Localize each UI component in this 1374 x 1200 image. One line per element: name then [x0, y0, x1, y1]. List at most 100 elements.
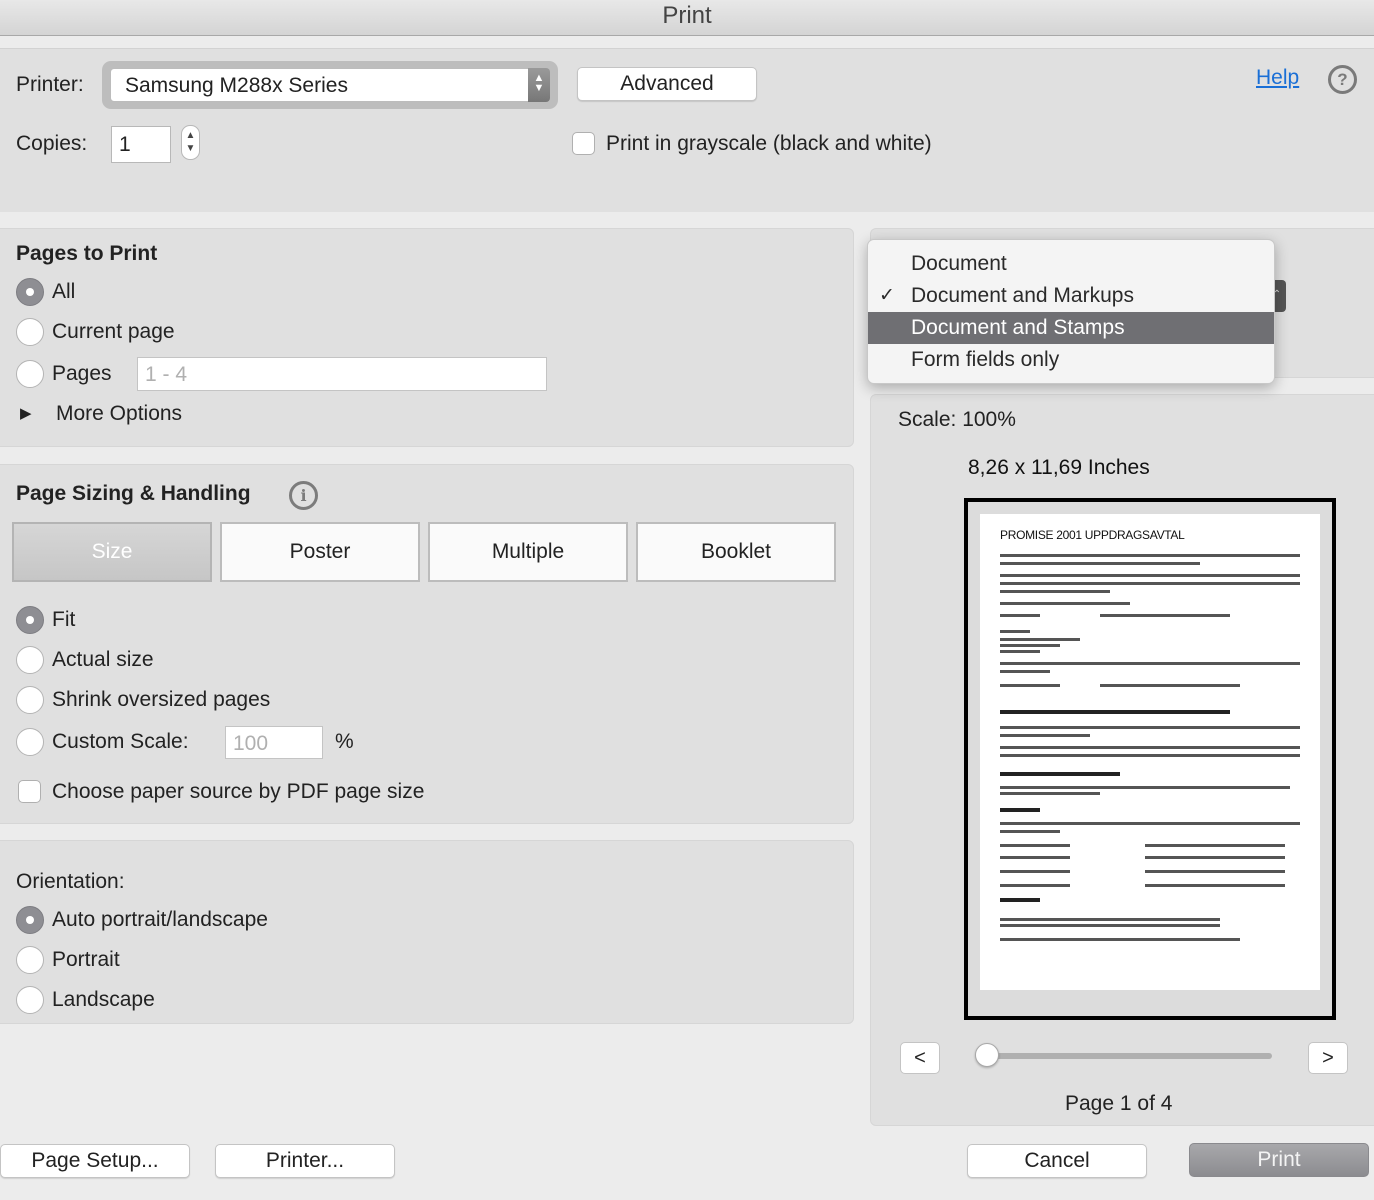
window-title: Print — [662, 2, 712, 29]
preview-text-line — [1145, 856, 1285, 859]
info-icon[interactable]: i — [289, 481, 318, 510]
preview-text-line — [1000, 808, 1040, 812]
menu-item-form-fields-only-label: Form fields only — [911, 348, 1060, 371]
preview-scale-label: Scale: 100% — [898, 408, 1016, 431]
preview-text-line — [1000, 662, 1300, 665]
cancel-label: Cancel — [1024, 1149, 1090, 1172]
radio-shrink-oversized[interactable] — [16, 686, 44, 714]
preview-text-line — [1000, 590, 1110, 593]
preview-text-line — [1000, 918, 1220, 921]
preview-text-line — [1100, 614, 1230, 617]
tab-size[interactable]: Size — [12, 522, 212, 582]
preview-text-line — [1000, 884, 1070, 887]
menu-item-document-and-markups[interactable]: ✓ Document and Markups — [868, 280, 1274, 312]
radio-landscape[interactable] — [16, 986, 44, 1014]
previous-page-button[interactable]: < — [900, 1042, 940, 1074]
page-setup-label: Page Setup... — [31, 1149, 159, 1172]
radio-all-label: All — [52, 280, 76, 303]
printer-select-focus-ring: Samsung M288x Series ▲ ▼ — [102, 61, 558, 109]
tab-booklet-label: Booklet — [700, 540, 772, 563]
radio-auto-orientation[interactable] — [16, 906, 44, 934]
preview-text-line — [1000, 844, 1070, 847]
page-indicator: Page 1 of 4 — [1065, 1092, 1173, 1115]
menu-item-document-and-stamps[interactable]: Document and Stamps — [868, 312, 1274, 344]
custom-scale-input[interactable]: 100 — [225, 726, 323, 759]
checkmark-icon: ✓ — [879, 285, 895, 306]
radio-pages[interactable] — [16, 360, 44, 388]
radio-current-page-label: Current page — [52, 320, 175, 343]
print-label: Print — [1257, 1148, 1301, 1171]
orientation-title: Orientation: — [16, 870, 125, 893]
menu-item-document[interactable]: Document — [868, 248, 1274, 280]
radio-landscape-label: Landscape — [52, 988, 155, 1011]
preview-text-line — [1000, 602, 1130, 605]
tab-multiple-label: Multiple — [491, 540, 565, 563]
preview-text-line — [1000, 670, 1050, 673]
copies-input[interactable]: 1 — [111, 126, 171, 163]
advanced-button-label: Advanced — [620, 72, 714, 95]
printer-button[interactable]: Printer... — [215, 1144, 395, 1178]
preview-text-line — [1000, 856, 1070, 859]
paper-size-label: 8,26 x 11,69 Inches — [968, 456, 1150, 479]
radio-actual-size-label: Actual size — [52, 648, 154, 671]
previous-page-label: < — [914, 1047, 926, 1069]
next-page-label: > — [1322, 1047, 1334, 1069]
preview-text-line — [1000, 638, 1080, 641]
disclosure-triangle-icon[interactable]: ▶ — [20, 404, 32, 422]
percent-sign: % — [335, 730, 354, 753]
preview-text-line — [1100, 684, 1240, 687]
printer-label: Printer: — [16, 73, 84, 96]
tab-booklet[interactable]: Booklet — [636, 522, 836, 582]
pages-range-input[interactable]: 1 - 4 — [137, 357, 547, 391]
tab-poster[interactable]: Poster — [220, 522, 420, 582]
next-page-button[interactable]: > — [1308, 1042, 1348, 1074]
radio-portrait-label: Portrait — [52, 948, 120, 971]
preview-text-line — [1000, 830, 1060, 833]
page-setup-button[interactable]: Page Setup... — [0, 1144, 190, 1178]
preview-text-line — [1000, 870, 1070, 873]
radio-portrait[interactable] — [16, 946, 44, 974]
help-icon[interactable]: ? — [1328, 65, 1357, 94]
page-slider-track[interactable] — [986, 1053, 1272, 1059]
preview-text-line — [1000, 562, 1200, 565]
preview-text-line — [1000, 554, 1300, 557]
preview-document-title: PROMISE 2001 UPPDRAGSAVTAL — [1000, 528, 1185, 542]
radio-fit[interactable] — [16, 606, 44, 634]
print-button[interactable]: Print — [1189, 1143, 1369, 1177]
preview-text-line — [1000, 684, 1060, 687]
menu-item-form-fields-only[interactable]: Form fields only — [868, 344, 1274, 376]
preview-text-line — [1000, 650, 1040, 653]
page-slider-thumb[interactable] — [975, 1043, 999, 1067]
radio-current-page[interactable] — [16, 318, 44, 346]
preview-text-line — [1000, 898, 1040, 902]
stepper-down-icon[interactable]: ▼ — [186, 143, 196, 154]
preview-text-line — [1000, 772, 1120, 776]
more-options-toggle[interactable]: More Options — [56, 402, 182, 426]
paper-source-checkbox[interactable] — [18, 780, 41, 803]
advanced-button[interactable]: Advanced — [577, 67, 757, 101]
stepper-up-icon[interactable]: ▲ — [186, 130, 196, 141]
printer-button-label: Printer... — [265, 1149, 345, 1172]
cancel-button[interactable]: Cancel — [967, 1144, 1147, 1178]
radio-auto-orientation-label: Auto portrait/landscape — [52, 908, 268, 931]
printer-selected-value: Samsung M288x Series — [125, 74, 348, 97]
copies-stepper[interactable]: ▲ ▼ — [181, 125, 200, 160]
window-title-bar: Print — [0, 0, 1374, 36]
help-link[interactable]: Help — [1256, 66, 1299, 90]
preview-text-line — [1000, 574, 1300, 577]
tab-multiple[interactable]: Multiple — [428, 522, 628, 582]
tab-size-label: Size — [91, 540, 133, 563]
radio-all[interactable] — [16, 278, 44, 306]
preview-text-line — [1000, 924, 1220, 927]
pages-range-placeholder: 1 - 4 — [145, 363, 188, 386]
page-sizing-title: Page Sizing & Handling — [16, 482, 251, 505]
custom-scale-placeholder: 100 — [233, 732, 269, 755]
grayscale-checkbox[interactable] — [572, 132, 595, 155]
preview-text-line — [1000, 630, 1030, 633]
radio-custom-scale[interactable] — [16, 728, 44, 756]
preview-text-line — [1000, 582, 1300, 585]
printer-select[interactable]: Samsung M288x Series ▲ ▼ — [110, 68, 550, 102]
radio-actual-size[interactable] — [16, 646, 44, 674]
paper-source-label: Choose paper source by PDF page size — [52, 780, 425, 803]
page-sizing-panel — [0, 464, 854, 824]
